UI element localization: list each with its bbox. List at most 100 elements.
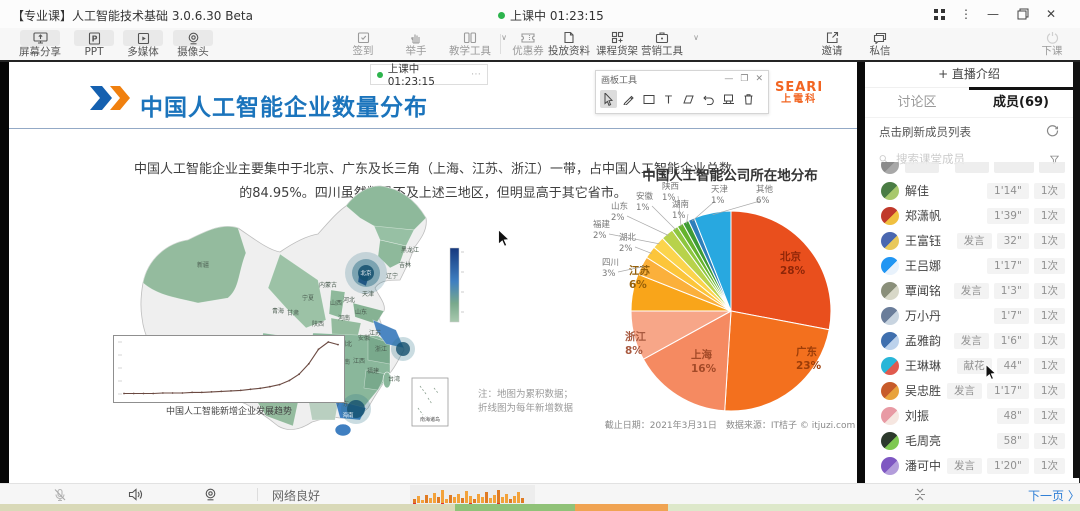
more-icon[interactable]: ⋯: [471, 69, 481, 80]
member-name-clipped: [905, 162, 939, 173]
webcam-icon: [173, 30, 213, 46]
board-tool-icon[interactable]: [720, 90, 737, 108]
minimize-button[interactable]: —: [982, 4, 1004, 24]
map-label-宁夏: 宁夏: [302, 294, 314, 302]
restore-button[interactable]: [1012, 4, 1034, 24]
chevron-down-icon: ∨: [693, 33, 699, 42]
pen-tool-icon[interactable]: [620, 90, 637, 108]
refresh-members-row[interactable]: 点击刷新成员列表: [865, 118, 1073, 146]
bottom-bar: 网络良好 下一页 〉: [0, 483, 1080, 504]
undo-tool-icon[interactable]: [700, 90, 717, 108]
toolbar-button-checkin[interactable]: 签到: [343, 28, 383, 60]
pie-label-北京: 北京: [780, 250, 801, 263]
trash-tool-icon[interactable]: [740, 90, 757, 108]
member-name: 解佳: [905, 182, 929, 199]
map-label-吉林: 吉林: [399, 261, 411, 269]
pie-label-山东: 山东: [611, 201, 628, 212]
collapse-layout-icon[interactable]: [910, 486, 930, 503]
toolbar-button-ppt[interactable]: P PPT: [74, 28, 114, 60]
member-duration-badge: 44": [997, 358, 1029, 374]
member-duration-badge: 1'3": [994, 283, 1029, 299]
member-row[interactable]: 王吕娜1'17"1次: [865, 253, 1073, 278]
title-chevrons-icon: [88, 86, 134, 110]
refresh-icon[interactable]: [1046, 124, 1059, 140]
south-sea-inset: 南海诸岛: [412, 378, 448, 426]
toolbar-button-marketing[interactable]: ∨ 营销工具: [634, 28, 690, 60]
bottom-progress-strip: [0, 504, 1080, 511]
pie-label-江苏: 江苏: [629, 264, 650, 277]
toolbar-button-invite[interactable]: 邀请: [812, 28, 852, 60]
toolbar-button-materials[interactable]: 投放资料: [543, 28, 595, 60]
map-label-山东: 山东: [355, 308, 367, 316]
map-label-甘肃: 甘肃: [287, 309, 299, 317]
media-play-icon: [123, 30, 163, 46]
map-label-江西: 江西: [353, 358, 365, 365]
raise-hand-icon: [396, 30, 436, 45]
left-frame-strip: [0, 62, 9, 483]
kebab-menu-icon[interactable]: ⋮: [955, 4, 977, 24]
pie-label-福建: 福建: [593, 219, 611, 230]
member-row[interactable]: 刘振48"1次: [865, 403, 1073, 428]
pie-label-其他: 其他: [756, 184, 774, 195]
mouse-cursor-secondary: [985, 364, 997, 380]
member-name: 吴忠胜: [905, 382, 941, 399]
member-name: 万小丹: [905, 307, 941, 324]
toolbar-button-raise-hand[interactable]: 举手: [396, 28, 436, 60]
member-row[interactable]: 潘可中发言1'20"1次: [865, 453, 1073, 478]
member-row[interactable]: 王富钰发言32"1次: [865, 228, 1073, 253]
tab-members[interactable]: 成员(69): [969, 88, 1073, 117]
member-duration-badge: 1'39": [987, 208, 1029, 224]
member-row[interactable]: 郑潇帆1'39"1次: [865, 203, 1073, 228]
text-tool-icon[interactable]: T: [660, 90, 677, 108]
member-row[interactable]: 覃闻铭发言1'3"1次: [865, 278, 1073, 303]
member-row[interactable]: 毛周亮58"1次: [865, 428, 1073, 453]
map-label-天津: 天津: [362, 291, 374, 298]
avatar: [881, 162, 899, 174]
toolbar-button-end-class[interactable]: 下课: [1032, 28, 1072, 60]
avatar: [881, 432, 899, 450]
live-intro-header[interactable]: + 直播介绍: [865, 62, 1073, 88]
next-page-link[interactable]: 下一页 〉: [1028, 487, 1080, 504]
right-frame-strip[interactable]: [1073, 62, 1080, 478]
member-row[interactable]: 万小丹1'7"1次: [865, 303, 1073, 328]
webcam-toggle-icon[interactable]: [200, 486, 220, 503]
eraser-tool-icon[interactable]: [680, 90, 697, 108]
checkin-calendar-icon: [343, 30, 383, 45]
toolbar-button-dm[interactable]: 私信: [860, 28, 900, 60]
close-button[interactable]: ✕: [1040, 4, 1062, 24]
toolbar-button-screen-share[interactable]: 屏幕分享: [14, 28, 66, 60]
whiteboard[interactable]: 中国人工智能企业数量分布 上课中 01:23:15 ⋯ 画板工具 — ❐ ✕ T: [9, 62, 857, 483]
app-window: 【专业课】人工智能技术基础 3.0.6.30 Beta 上课中 01:23:15…: [0, 0, 1080, 511]
panel-minimize-icon[interactable]: —: [724, 74, 733, 84]
map-label-新疆: 新疆: [197, 261, 209, 269]
map-label-安徽: 安徽: [358, 334, 370, 342]
bottombar-divider: [257, 488, 258, 501]
invite-share-icon: [812, 30, 852, 45]
rectangle-tool-icon[interactable]: [640, 90, 657, 108]
microphone-muted-icon[interactable]: [50, 486, 70, 503]
tab-discussion[interactable]: 讨论区: [865, 88, 969, 117]
speaker-icon[interactable]: [125, 486, 145, 503]
member-duration-badge: 1'7": [994, 308, 1029, 324]
toolbar-button-camera[interactable]: 摄像头: [170, 28, 216, 60]
member-row[interactable]: 孟雅韵发言1'6"1次: [865, 328, 1073, 353]
member-count-badge: 1次: [1034, 433, 1065, 449]
map-label-黑龙江: 黑龙江: [401, 246, 419, 254]
pie-label-天津: 天津: [711, 184, 729, 195]
member-row[interactable]: 王琳琳献花44"1次: [865, 353, 1073, 378]
select-tool-icon[interactable]: [600, 90, 617, 108]
panel-restore-icon[interactable]: ❐: [740, 74, 748, 84]
pie-value-湖南: 1%: [672, 211, 686, 221]
toolbar-button-media[interactable]: 多媒体: [120, 28, 166, 60]
toolbar-button-teach-tools[interactable]: ∨ 教学工具: [442, 28, 498, 60]
end-class-power-icon: [1032, 30, 1072, 45]
chat-bubbles-icon: [860, 30, 900, 45]
apps-grid-icon[interactable]: [928, 4, 950, 24]
toolbar-divider: [500, 34, 501, 54]
member-row-partial[interactable]: [865, 162, 1073, 178]
svg-text:P: P: [91, 34, 97, 43]
panel-close-icon[interactable]: ✕: [755, 74, 763, 84]
member-row[interactable]: 解佳1'14"1次: [865, 178, 1073, 203]
pie-value-北京: 28%: [780, 265, 806, 277]
member-row[interactable]: 吴忠胜发言1'17"1次: [865, 378, 1073, 403]
